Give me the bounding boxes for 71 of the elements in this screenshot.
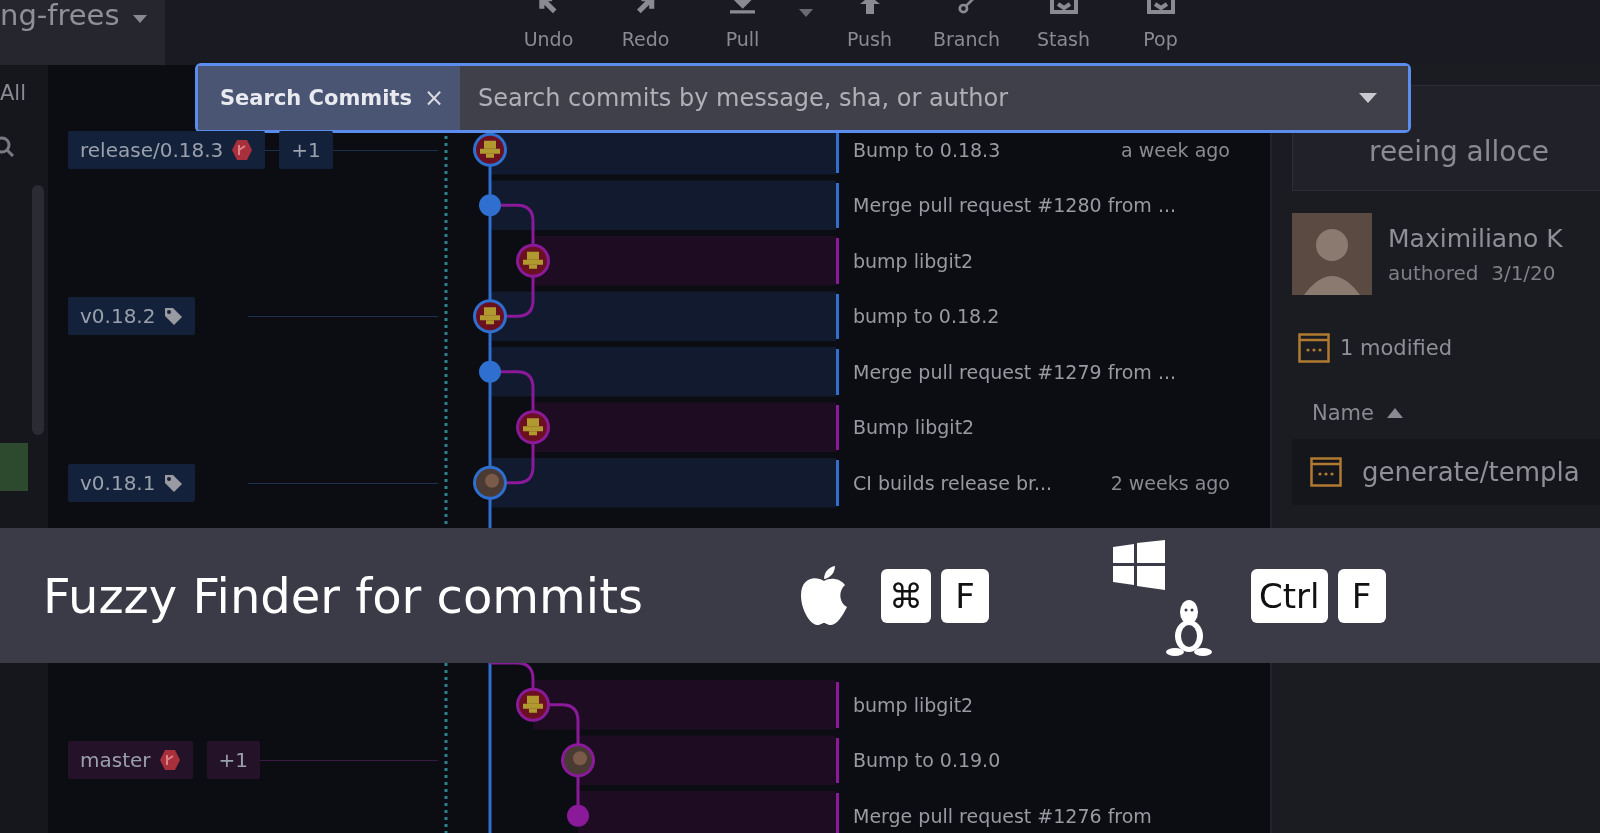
tray-icon: [1146, 0, 1175, 14]
dropdown-caret-icon[interactable]: [1358, 92, 1378, 104]
commit-message[interactable]: Bump libgit2: [853, 416, 975, 439]
branch-icon: [231, 138, 254, 161]
tag-icon: [163, 306, 184, 327]
keycap: F: [1337, 568, 1386, 623]
avatar-icon[interactable]: [516, 243, 550, 278]
stash-button[interactable]: Stash: [1015, 0, 1112, 50]
avatar-icon[interactable]: [473, 299, 507, 334]
undo-button[interactable]: Undo: [500, 0, 597, 50]
avatar-icon: [1292, 213, 1372, 295]
redo-button[interactable]: Redo: [597, 0, 694, 50]
commit-message[interactable]: CI builds release br...: [853, 471, 1053, 494]
upload-icon: [859, 0, 880, 14]
close-button[interactable]: ×: [423, 84, 445, 112]
pop-button[interactable]: Pop: [1112, 0, 1209, 50]
all-label[interactable]: All: [0, 81, 27, 105]
pull-button[interactable]: Pull: [694, 0, 791, 50]
tray-icon: [1049, 0, 1078, 14]
caret-icon: [131, 14, 148, 24]
avatar-icon[interactable]: [516, 687, 550, 722]
file-modified-icon: [1298, 333, 1330, 363]
more-refs-label[interactable]: +1: [206, 741, 260, 780]
modified-count: 1 modified: [1340, 336, 1452, 360]
commit-time: 2 weeks ago: [1110, 471, 1230, 494]
avatar-icon[interactable]: [561, 743, 595, 778]
tag-label[interactable]: v0.18.2: [68, 297, 196, 336]
author-name: Maximiliano K: [1388, 223, 1563, 253]
banner-title: Fuzzy Finder for commits: [43, 567, 645, 624]
commit-title: reeing alloce: [1369, 135, 1550, 168]
commit-time: a week ago: [1121, 138, 1230, 161]
avatar-icon[interactable]: [516, 410, 550, 445]
authored-date: authored 3/1/20: [1388, 260, 1557, 285]
push-button[interactable]: Push: [821, 0, 918, 50]
branch-label[interactable]: master: [68, 741, 193, 780]
more-refs-label[interactable]: +1: [279, 130, 333, 169]
penguin-icon: [1165, 598, 1213, 656]
column-header[interactable]: Name: [1312, 401, 1374, 425]
commit-message[interactable]: Merge pull request #1279 from ...: [853, 360, 1176, 383]
branch-label[interactable]: release/0.18.3: [68, 130, 266, 169]
merge-dot[interactable]: [567, 804, 589, 827]
commit-message[interactable]: Bump to 0.19.0: [853, 749, 1001, 772]
file-modified-icon: [1310, 457, 1342, 487]
undo-icon: [538, 0, 559, 14]
keycap: F: [941, 568, 989, 623]
keycap: Ctrl: [1251, 568, 1328, 623]
branch-tab[interactable]: ng-frees: [0, 0, 165, 65]
tag-label[interactable]: v0.18.1: [68, 463, 196, 502]
search-input[interactable]: Search commits by message, sha, or author: [460, 83, 1358, 113]
sort-ascending-icon[interactable]: [1385, 407, 1404, 419]
commit-message[interactable]: bump libgit2: [853, 693, 974, 716]
merge-dot[interactable]: [479, 360, 501, 383]
commit-message[interactable]: Merge pull request #1280 from ...: [853, 194, 1176, 217]
commit-message[interactable]: Bump to 0.18.3: [853, 138, 1001, 161]
avatar-icon[interactable]: [473, 465, 507, 500]
search-scope-tag: Search Commits ×: [198, 66, 460, 130]
tag-icon: [163, 472, 184, 493]
branch-icon: [957, 0, 976, 14]
branch-icon: [158, 749, 181, 772]
windows-icon: [1113, 540, 1165, 590]
commit-message[interactable]: bump to 0.18.2: [853, 305, 1000, 328]
status-block: [0, 443, 28, 491]
commit-message[interactable]: bump libgit2: [853, 249, 974, 272]
avatar-icon[interactable]: [473, 132, 507, 167]
merge-dot[interactable]: [479, 194, 501, 217]
redo-icon: [635, 0, 656, 14]
branch-button[interactable]: Branch: [918, 0, 1015, 50]
download-icon: [729, 0, 756, 14]
keycap: ⌘: [881, 568, 931, 623]
file-row[interactable]: generate/templa: [1292, 439, 1600, 505]
commit-message[interactable]: Merge pull request #1276 from: [853, 804, 1152, 827]
